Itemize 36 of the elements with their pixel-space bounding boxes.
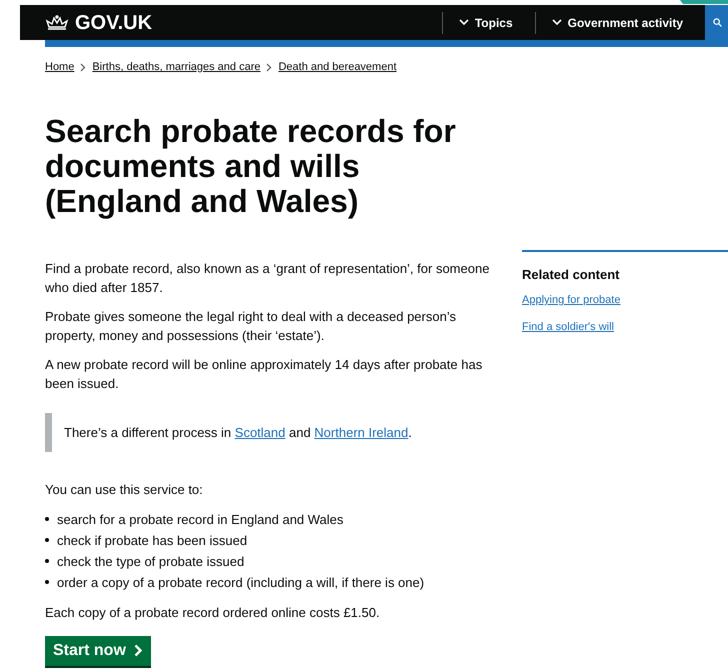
cost-text: Each copy of a probate record ordered online costs £1.50. (45, 604, 381, 622)
chevron-down-icon (458, 19, 469, 26)
chevron-down-icon (552, 19, 562, 26)
list-intro-text: You can use this service to: (45, 480, 204, 498)
inset-link[interactable]: Northern Ireland (314, 424, 408, 440)
crown-icon (45, 14, 69, 30)
inset-bar (45, 412, 52, 452)
list-item-text: order a copy of a probate record (including a will, if there is one) (57, 574, 424, 592)
bullet-icon (45, 517, 49, 521)
related-link[interactable]: Find a soldier's will (522, 318, 728, 335)
body-paragraph: A new probate record will be online approximately 14 days after probate has been issued. (45, 356, 484, 392)
breadcrumb-link[interactable]: Births, deaths, marriages and care (92, 59, 260, 76)
inset-link[interactable]: Scotland (234, 424, 286, 440)
related-content-heading: Related content (522, 266, 621, 284)
govuk-logo[interactable]: GOV.UK (45, 8, 152, 38)
chevron-right-icon (266, 62, 272, 72)
body-paragraph: Find a probate record, also known as a ‘grant of representation’, for someone who died after 1857. (45, 260, 490, 296)
nav-menu-button[interactable]: Topics (442, 12, 535, 34)
body-paragraph: Probate gives someone the legal right to deal with a deceased person’s property, money and possessions (their ‘estate’). (45, 308, 457, 344)
bullet-icon (45, 559, 49, 563)
bullet-icon (45, 580, 49, 584)
page-title: Search probate records for documents and wills (England and Wales) (45, 114, 457, 218)
chevron-right-icon (134, 644, 143, 657)
inset-text: There’s a different process in Scotland and Northern Ireland. (64, 424, 412, 442)
search-button[interactable] (705, 5, 728, 40)
start-now-button[interactable]: Start now (45, 636, 151, 666)
govuk-logo-text: GOV.UK (75, 10, 152, 36)
breadcrumb-link[interactable]: Death and bereavement (278, 59, 397, 76)
bullet-icon (45, 538, 49, 542)
chevron-right-icon (80, 62, 86, 72)
list-item-text: check the type of probate issued (57, 552, 244, 571)
list-item-text: search for a probate record in England and Wales (57, 510, 344, 529)
breadcrumb-link[interactable]: Home (45, 59, 74, 76)
top-accent-bar (680, 0, 728, 4)
related-link[interactable]: Applying for probate (522, 292, 728, 308)
list-item-text: check if probate has been issued (57, 532, 248, 550)
